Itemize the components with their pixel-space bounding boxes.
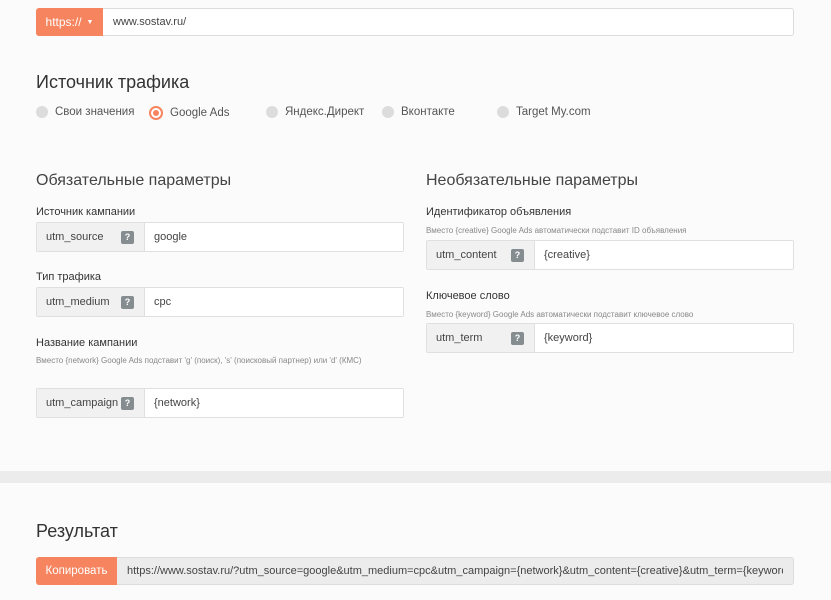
utm-medium-input[interactable] — [145, 288, 403, 316]
radio-circle — [382, 106, 394, 118]
result-row: Копировать — [36, 557, 794, 585]
radio-circle — [266, 106, 278, 118]
help-icon[interactable]: ? — [121, 230, 134, 244]
copy-button[interactable]: Копировать — [36, 557, 117, 585]
traffic-source-radio-group: Свои значения Google Ads Яндекс.Директ В… — [36, 106, 636, 122]
help-icon[interactable]: ? — [121, 396, 134, 410]
utm-term-field: utm_term ? — [426, 323, 794, 353]
utm-campaign-field: utm_campaign ? — [36, 388, 404, 418]
result-title: Результат — [36, 521, 118, 541]
field-label-campaign-source: Источник кампании — [36, 206, 136, 218]
radio-label: Свои значения — [55, 106, 135, 118]
radio-google-ads[interactable]: Google Ads — [149, 106, 229, 120]
radio-label: Вконтакте — [401, 106, 455, 118]
url-row: https:// ▼ — [36, 8, 794, 36]
optional-params-title: Необязательные параметры — [426, 172, 639, 189]
param-key: utm_content ? — [427, 241, 535, 269]
utm-content-field: utm_content ? — [426, 240, 794, 270]
radio-label: Яндекс.Директ — [285, 106, 365, 118]
field-hint-campaign-name: Вместо {network} Google Ads подставит 'g… — [36, 356, 362, 365]
caret-down-icon: ▼ — [86, 18, 94, 26]
radio-target-mycom[interactable]: Target My.com — [497, 106, 591, 118]
param-key-label: utm_source — [46, 231, 104, 243]
param-key: utm_term ? — [427, 324, 535, 352]
field-hint-keyword: Вместо {keyword} Google Ads автоматическ… — [426, 310, 694, 319]
result-url-output[interactable] — [117, 557, 794, 585]
utm-term-input[interactable] — [535, 324, 793, 352]
field-label-traffic-type: Тип трафика — [36, 271, 102, 283]
radio-circle — [36, 106, 48, 118]
param-key: utm_medium ? — [37, 288, 145, 316]
section-divider — [0, 471, 831, 483]
traffic-source-title: Источник трафика — [36, 72, 190, 92]
radio-circle-selected — [149, 106, 163, 120]
field-hint-ad-id: Вместо {creative} Google Ads автоматичес… — [426, 226, 687, 235]
param-key-label: utm_term — [436, 332, 483, 344]
help-icon[interactable]: ? — [121, 295, 134, 309]
radio-circle — [497, 106, 509, 118]
required-params-title: Обязательные параметры — [36, 172, 232, 189]
field-label-ad-id: Идентификатор объявления — [426, 206, 572, 218]
utm-source-input[interactable] — [145, 223, 403, 251]
url-input[interactable] — [103, 8, 794, 36]
protocol-label: https:// — [45, 15, 82, 29]
utm-source-field: utm_source ? — [36, 222, 404, 252]
param-key-label: utm_medium — [46, 296, 110, 308]
radio-own-values[interactable]: Свои значения — [36, 106, 134, 118]
radio-label: Google Ads — [170, 107, 230, 119]
utm-campaign-input[interactable] — [145, 389, 403, 417]
field-label-keyword: Ключевое слово — [426, 290, 510, 302]
radio-vkontakte[interactable]: Вконтакте — [382, 106, 455, 118]
radio-label: Target My.com — [516, 106, 591, 118]
param-key-label: utm_content — [436, 249, 497, 261]
help-icon[interactable]: ? — [511, 248, 524, 262]
param-key-label: utm_campaign — [46, 397, 119, 409]
protocol-dropdown-button[interactable]: https:// ▼ — [36, 8, 103, 36]
param-key: utm_source ? — [37, 223, 145, 251]
param-key: utm_campaign ? — [37, 389, 145, 417]
radio-yandex-direct[interactable]: Яндекс.Директ — [266, 106, 364, 118]
utm-medium-field: utm_medium ? — [36, 287, 404, 317]
help-icon[interactable]: ? — [511, 331, 524, 345]
field-label-campaign-name: Название кампании — [36, 337, 138, 349]
utm-content-input[interactable] — [535, 241, 793, 269]
